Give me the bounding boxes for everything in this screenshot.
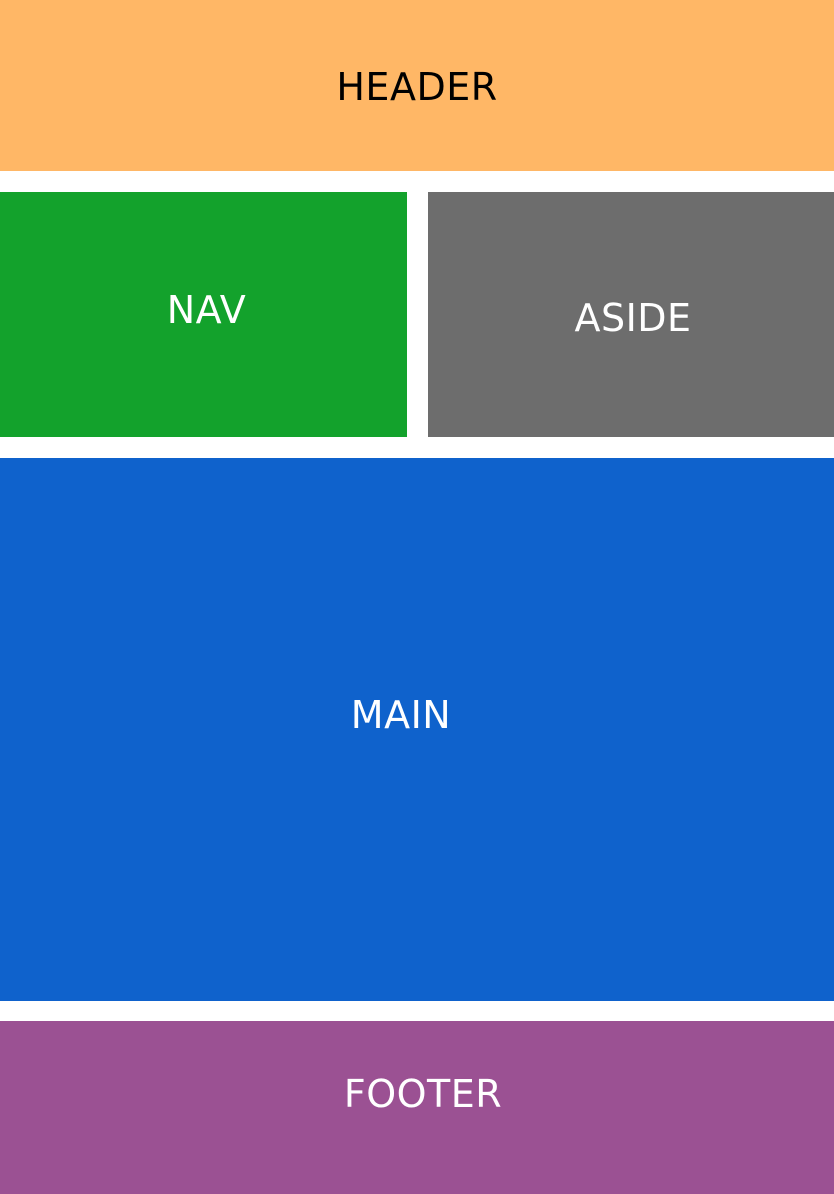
header-label: HEADER bbox=[336, 64, 498, 109]
aside-section: ASIDE bbox=[428, 192, 834, 437]
main-label: MAIN bbox=[350, 692, 452, 737]
footer-label: FOOTER bbox=[343, 1071, 503, 1116]
main-section: MAIN bbox=[0, 458, 834, 1001]
aside-label: ASIDE bbox=[574, 295, 692, 340]
nav-label: NAV bbox=[166, 287, 247, 332]
nav-section: NAV bbox=[0, 192, 407, 437]
footer-section: FOOTER bbox=[0, 1021, 834, 1194]
header-section: HEADER bbox=[0, 0, 834, 171]
